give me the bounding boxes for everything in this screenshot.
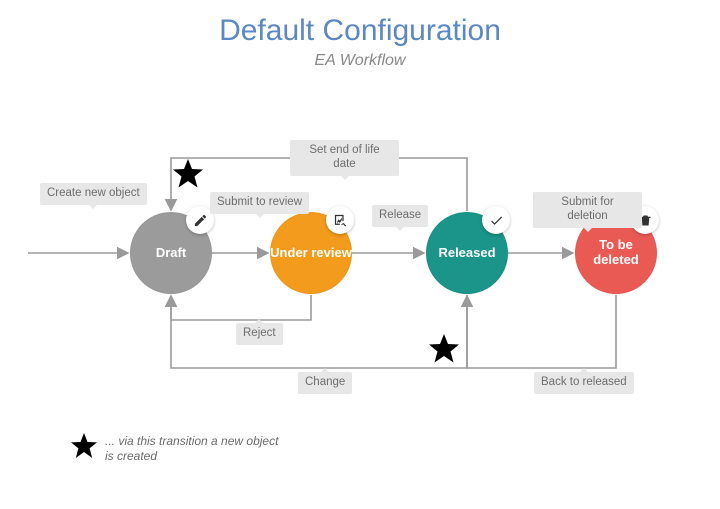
star-icon [70,432,98,460]
state-under-review-label: Under review [270,246,352,261]
transition-submit-to-review: Submit to review [210,192,309,214]
state-released: Released [426,212,508,294]
state-under-review: Under review [270,212,352,294]
transition-back-to-released: Back to released [534,372,634,394]
chart-check-icon [326,206,354,234]
transition-release: Release [372,205,428,227]
star-icon [172,158,204,190]
star-icon [428,333,460,365]
state-draft-label: Draft [156,246,186,261]
state-draft: Draft [130,212,212,294]
state-to-be-deleted-label: To be deleted [575,238,657,268]
transition-set-end-of-life-date: Set end of life date [290,140,399,176]
check-icon [482,206,510,234]
transition-submit-for-deletion: Submit for deletion [533,192,642,228]
transition-change: Change [298,372,352,394]
legend-text: ... via this transition a new object is … [105,434,285,464]
state-released-label: Released [438,246,495,261]
transition-create-new-object: Create new object [40,183,147,205]
transition-reject: Reject [236,323,283,345]
